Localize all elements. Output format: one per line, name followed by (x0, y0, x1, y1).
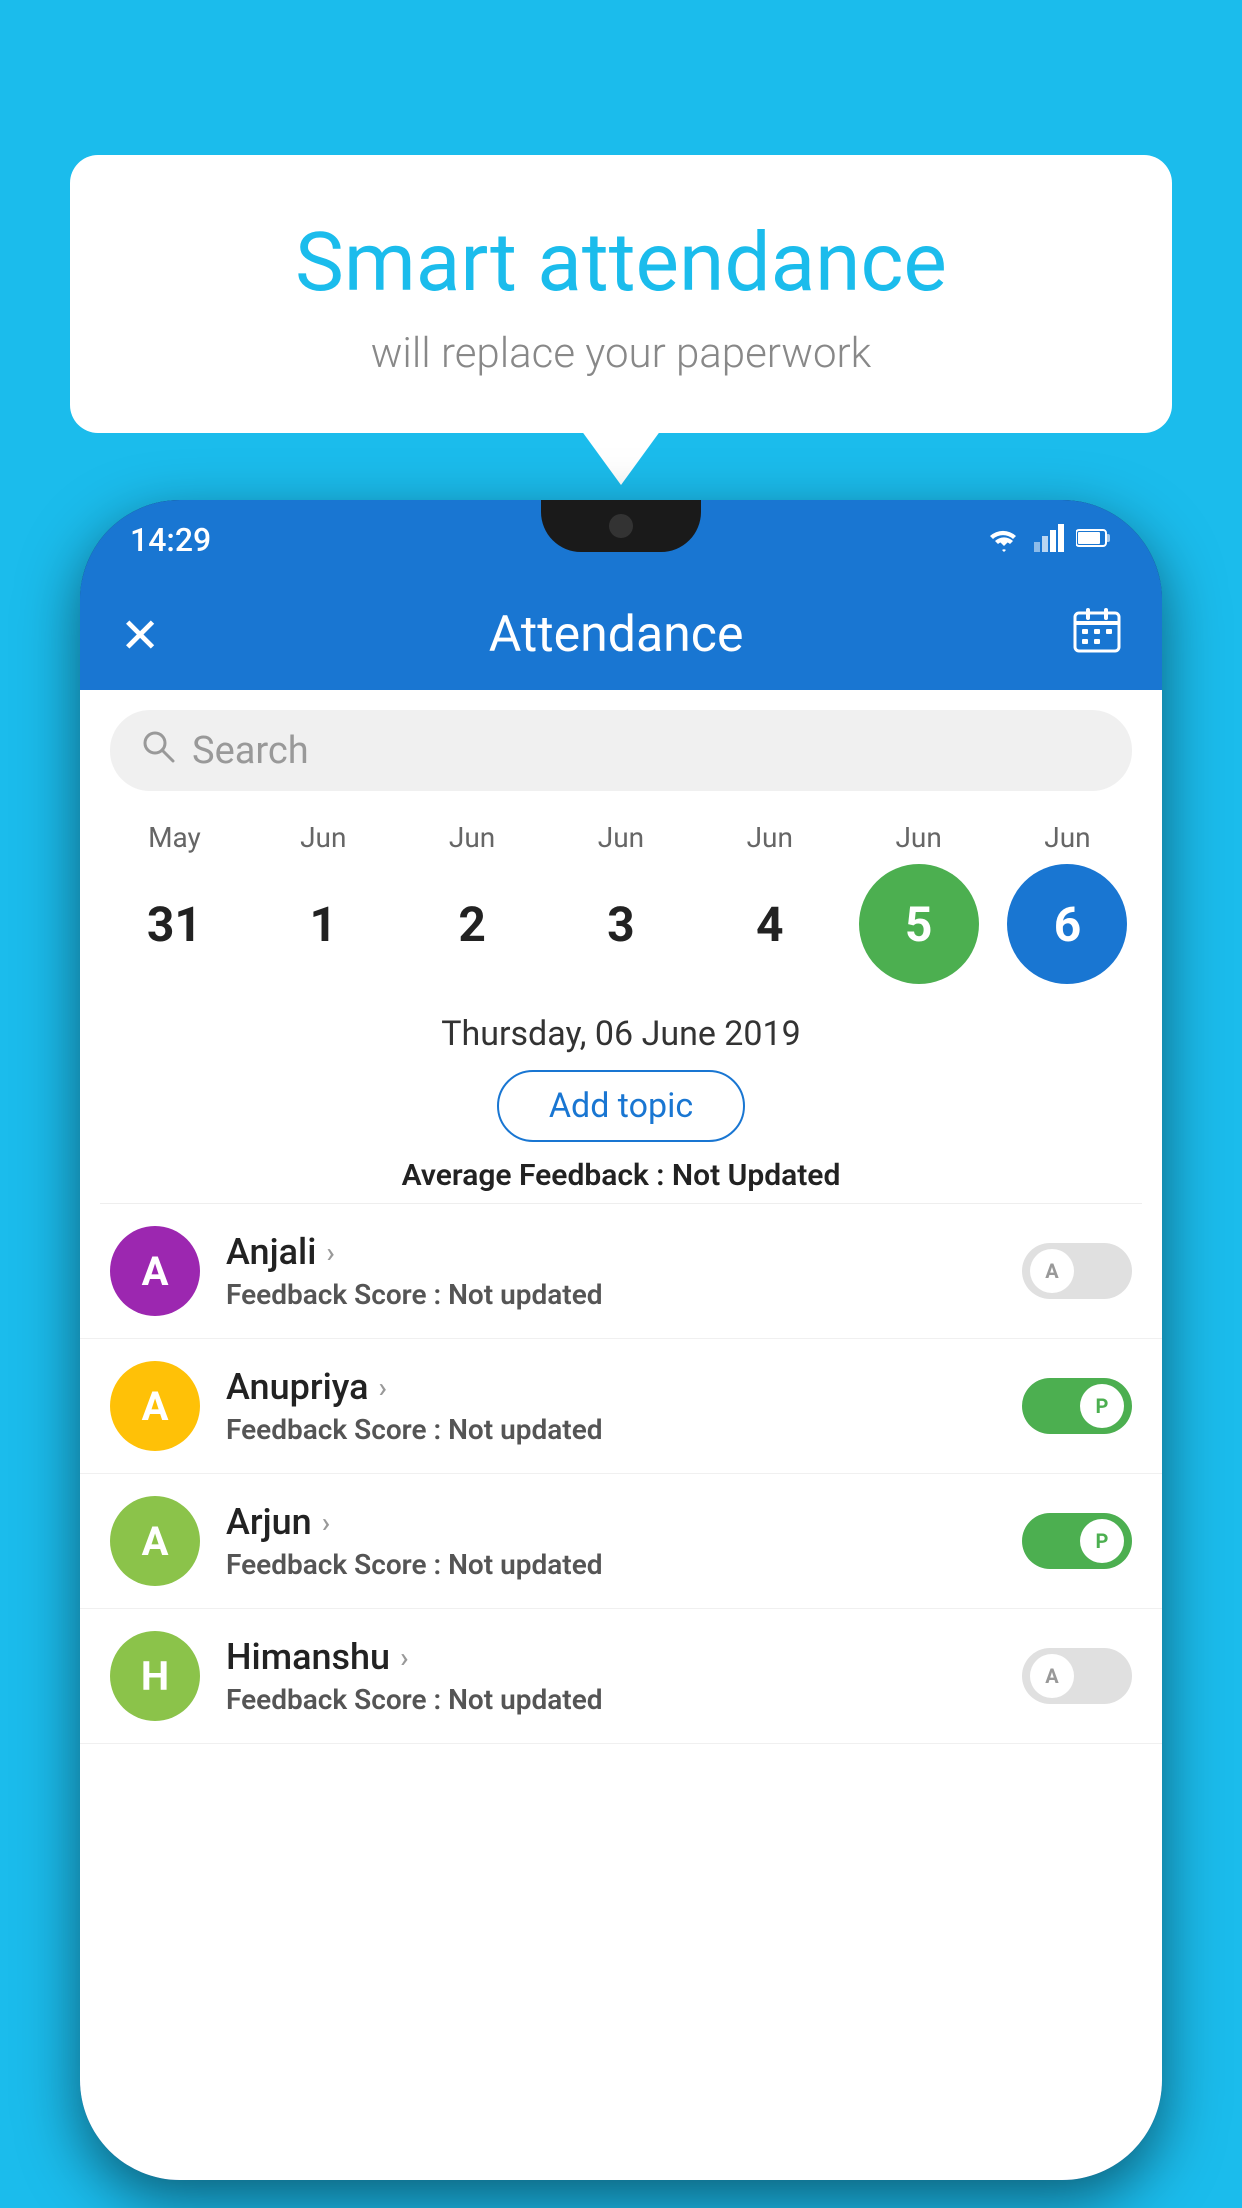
wifi-icon (986, 524, 1022, 556)
student-info-anupriya: Anupriya › Feedback Score : Not updated (200, 1366, 1022, 1446)
student-info-anjali: Anjali › Feedback Score : Not updated (200, 1231, 1022, 1311)
battery-icon (1076, 528, 1112, 552)
calendar-month-6[interactable]: Jun (1007, 821, 1127, 854)
chevron-icon-anjali: › (326, 1236, 334, 1269)
bubble-title: Smart attendance (130, 215, 1112, 311)
date-item-1[interactable]: 1 (263, 864, 383, 984)
date-item-4[interactable]: 4 (710, 864, 830, 984)
avg-feedback: Average Feedback : Not Updated (100, 1158, 1142, 1193)
student-list: A Anjali › Feedback Score : Not updated (80, 1204, 1162, 1744)
speech-bubble: Smart attendance will replace your paper… (70, 155, 1172, 433)
student-feedback-anupriya: Feedback Score : Not updated (226, 1413, 1022, 1446)
student-item-arjun[interactable]: A Arjun › Feedback Score : Not updated (80, 1474, 1162, 1609)
signal-icon (1034, 524, 1064, 556)
date-item-5[interactable]: 5 (859, 864, 979, 984)
date-item-6[interactable]: 6 (1007, 864, 1127, 984)
camera-dot (609, 514, 633, 538)
avg-feedback-value: Not Updated (672, 1158, 840, 1193)
search-input-wrapper[interactable]: Search (110, 710, 1132, 791)
date-item-3[interactable]: 3 (561, 864, 681, 984)
search-placeholder: Search (192, 729, 309, 773)
phone-notch (541, 500, 701, 552)
status-icons (986, 524, 1112, 556)
student-avatar-anjali: A (110, 1226, 200, 1316)
student-name-anjali: Anjali › (226, 1231, 1022, 1273)
phone-container: 14:29 (80, 500, 1162, 2208)
student-item-anjali[interactable]: A Anjali › Feedback Score : Not updated (80, 1204, 1162, 1339)
student-name-himanshu: Himanshu › (226, 1636, 1022, 1678)
search-icon (140, 728, 176, 773)
chevron-icon-himanshu: › (400, 1641, 408, 1674)
date-item-2[interactable]: 2 (412, 864, 532, 984)
calendar-dates-row: 31 1 2 3 4 5 6 (80, 859, 1162, 1004)
bubble-subtitle: will replace your paperwork (130, 329, 1112, 378)
calendar-month-2[interactable]: Jun (412, 821, 532, 854)
calendar-month-3[interactable]: Jun (561, 821, 681, 854)
status-bar: 14:29 (80, 500, 1162, 580)
calendar-month-0[interactable]: May (114, 821, 234, 854)
date-item-0[interactable]: 31 (114, 864, 234, 984)
toggle-himanshu[interactable]: A (1022, 1648, 1132, 1704)
student-feedback-anjali: Feedback Score : Not updated (226, 1278, 1022, 1311)
toggle-anupriya[interactable]: P (1022, 1378, 1132, 1434)
calendar-months-row: May Jun Jun Jun Jun Jun Jun (80, 801, 1162, 859)
chevron-icon-anupriya: › (379, 1371, 387, 1404)
student-avatar-anupriya: A (110, 1361, 200, 1451)
student-name-anupriya: Anupriya › (226, 1366, 1022, 1408)
calendar-month-5[interactable]: Jun (859, 821, 979, 854)
toggle-anjali[interactable]: A (1022, 1243, 1132, 1299)
app-bar-title: Attendance (489, 606, 744, 664)
student-info-arjun: Arjun › Feedback Score : Not updated (200, 1501, 1022, 1581)
calendar-month-4[interactable]: Jun (710, 821, 830, 854)
student-feedback-arjun: Feedback Score : Not updated (226, 1548, 1022, 1581)
calendar-icon[interactable] (1072, 605, 1122, 665)
student-feedback-himanshu: Feedback Score : Not updated (226, 1683, 1022, 1716)
selected-date-section: Thursday, 06 June 2019 Add topic Average… (80, 1004, 1162, 1193)
phone: 14:29 (80, 500, 1162, 2180)
close-button[interactable]: ✕ (120, 607, 160, 664)
avg-feedback-label: Average Feedback : (402, 1158, 672, 1193)
student-avatar-himanshu: H (110, 1631, 200, 1721)
student-item-anupriya[interactable]: A Anupriya › Feedback Score : Not update… (80, 1339, 1162, 1474)
speech-bubble-container: Smart attendance will replace your paper… (70, 155, 1172, 433)
student-info-himanshu: Himanshu › Feedback Score : Not updated (200, 1636, 1022, 1716)
student-avatar-arjun: A (110, 1496, 200, 1586)
toggle-arjun[interactable]: P (1022, 1513, 1132, 1569)
student-item-himanshu[interactable]: H Himanshu › Feedback Score : Not update… (80, 1609, 1162, 1744)
selected-date-text: Thursday, 06 June 2019 (100, 1014, 1142, 1054)
search-bar: Search (80, 690, 1162, 801)
content-area: Search May Jun Jun Jun Jun Jun Jun 31 1 (80, 690, 1162, 2180)
student-name-arjun: Arjun › (226, 1501, 1022, 1543)
app-bar: ✕ Attendance (80, 580, 1162, 690)
chevron-icon-arjun: › (322, 1506, 330, 1539)
calendar-month-1[interactable]: Jun (263, 821, 383, 854)
status-time: 14:29 (130, 521, 211, 559)
phone-screen: ✕ Attendance (80, 580, 1162, 2180)
add-topic-button[interactable]: Add topic (497, 1070, 745, 1142)
